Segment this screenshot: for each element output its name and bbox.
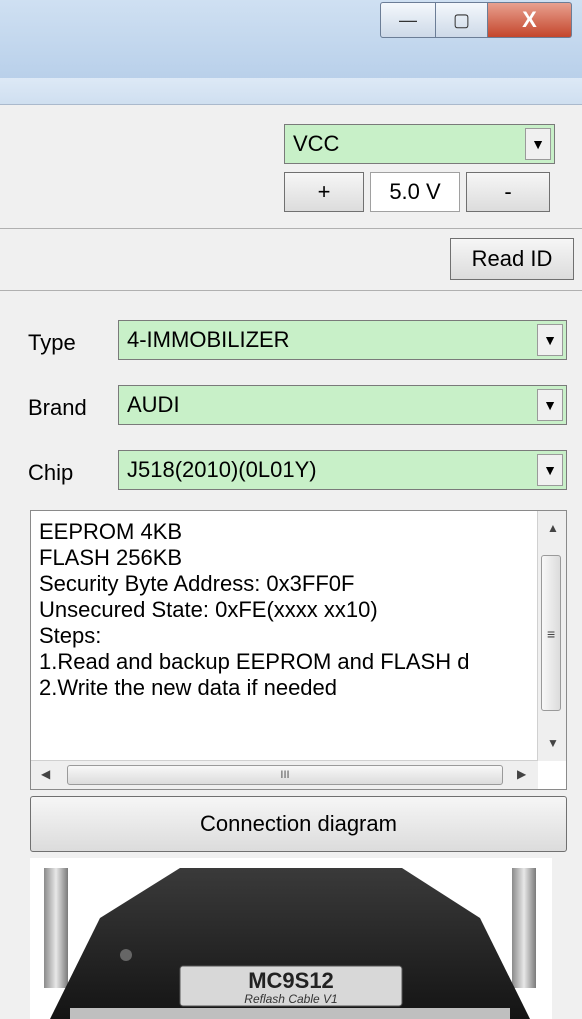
type-label: Type	[28, 330, 76, 355]
divider	[0, 228, 582, 229]
info-line: FLASH 256KB	[39, 545, 183, 570]
voltage-plus-label: +	[317, 179, 331, 204]
voltage-value: 5.0 V	[389, 179, 441, 204]
read-id-label: Read ID	[471, 246, 553, 271]
brand-value: AUDI	[127, 392, 180, 417]
connection-diagram-label: Connection diagram	[200, 811, 397, 836]
cable-label-sub: Reflash Cable V1	[244, 992, 337, 1006]
chevron-down-icon: ▼	[525, 128, 551, 160]
info-line: 1.Read and backup EEPROM and FLASH d	[39, 649, 470, 674]
vertical-scrollbar[interactable]: ▲ ≡ ▼	[537, 511, 566, 761]
horizontal-scroll-thumb[interactable]: III	[67, 765, 503, 785]
maximize-button[interactable]: ▢	[436, 2, 488, 38]
connection-diagram-button[interactable]: Connection diagram	[30, 796, 567, 852]
power-supply-select[interactable]: VCC ▼	[284, 124, 555, 164]
scroll-grip-icon: ≡	[547, 626, 556, 642]
info-line: EEPROM 4KB	[39, 519, 183, 544]
type-value: 4-IMMOBILIZER	[127, 327, 290, 352]
close-icon: X	[522, 7, 537, 32]
type-select[interactable]: 4-IMMOBILIZER ▼	[118, 320, 567, 360]
voltage-plus-button[interactable]: +	[284, 172, 364, 212]
pin-row	[70, 1008, 510, 1019]
scroll-grip-text: III	[280, 769, 290, 781]
scroll-up-icon[interactable]: ▲	[547, 521, 559, 535]
voltage-minus-button[interactable]: -	[466, 172, 550, 212]
chip-info-textbox[interactable]: EEPROM 4KB FLASH 256KB Security Byte Add…	[30, 510, 567, 790]
screw-icon	[120, 949, 132, 961]
cable-label-main: MC9S12	[248, 968, 334, 993]
info-line: 2.Write the new data if needed	[39, 675, 338, 700]
chevron-down-icon: ▼	[537, 324, 563, 356]
voltage-minus-label: -	[504, 179, 512, 204]
info-line: Steps:	[39, 623, 102, 648]
info-line: Security Byte Address: 0x3FF0F	[39, 571, 355, 596]
brand-select[interactable]: AUDI ▼	[118, 385, 567, 425]
scroll-down-icon[interactable]: ▼	[547, 736, 559, 750]
chevron-down-icon: ▼	[537, 389, 563, 421]
minimize-button[interactable]: —	[380, 2, 436, 38]
divider	[0, 290, 582, 291]
chip-select[interactable]: J518(2010)(0L01Y) ▼	[118, 450, 567, 490]
chip-info-text: EEPROM 4KB FLASH 256KB Security Byte Add…	[39, 519, 536, 701]
chip-label: Chip	[28, 460, 74, 485]
close-button[interactable]: X	[488, 2, 572, 38]
chip-value: J518(2010)(0L01Y)	[127, 457, 317, 482]
voltage-display: 5.0 V	[370, 172, 460, 212]
menu-strip	[0, 78, 582, 105]
window-controls: — ▢ X	[380, 2, 572, 38]
cable-illustration: MC9S12 Reflash Cable V1	[44, 868, 536, 1019]
brand-label: Brand	[28, 395, 87, 420]
right-post	[512, 868, 536, 988]
chevron-down-icon: ▼	[537, 454, 563, 486]
minimize-icon: —	[399, 9, 417, 30]
power-supply-value: VCC	[293, 131, 340, 156]
info-line: Unsecured State: 0xFE(xxxx xx10)	[39, 597, 378, 622]
cable-image: MC9S12 Reflash Cable V1	[30, 858, 552, 1019]
horizontal-scrollbar[interactable]: ◀ III ▶	[31, 760, 538, 789]
title-bar: — ▢ X	[0, 0, 582, 78]
scroll-right-icon[interactable]: ▶	[517, 767, 526, 781]
left-post	[44, 868, 68, 988]
scroll-left-icon[interactable]: ◀	[41, 767, 50, 781]
read-id-button[interactable]: Read ID	[450, 238, 574, 280]
maximize-icon: ▢	[452, 9, 470, 30]
